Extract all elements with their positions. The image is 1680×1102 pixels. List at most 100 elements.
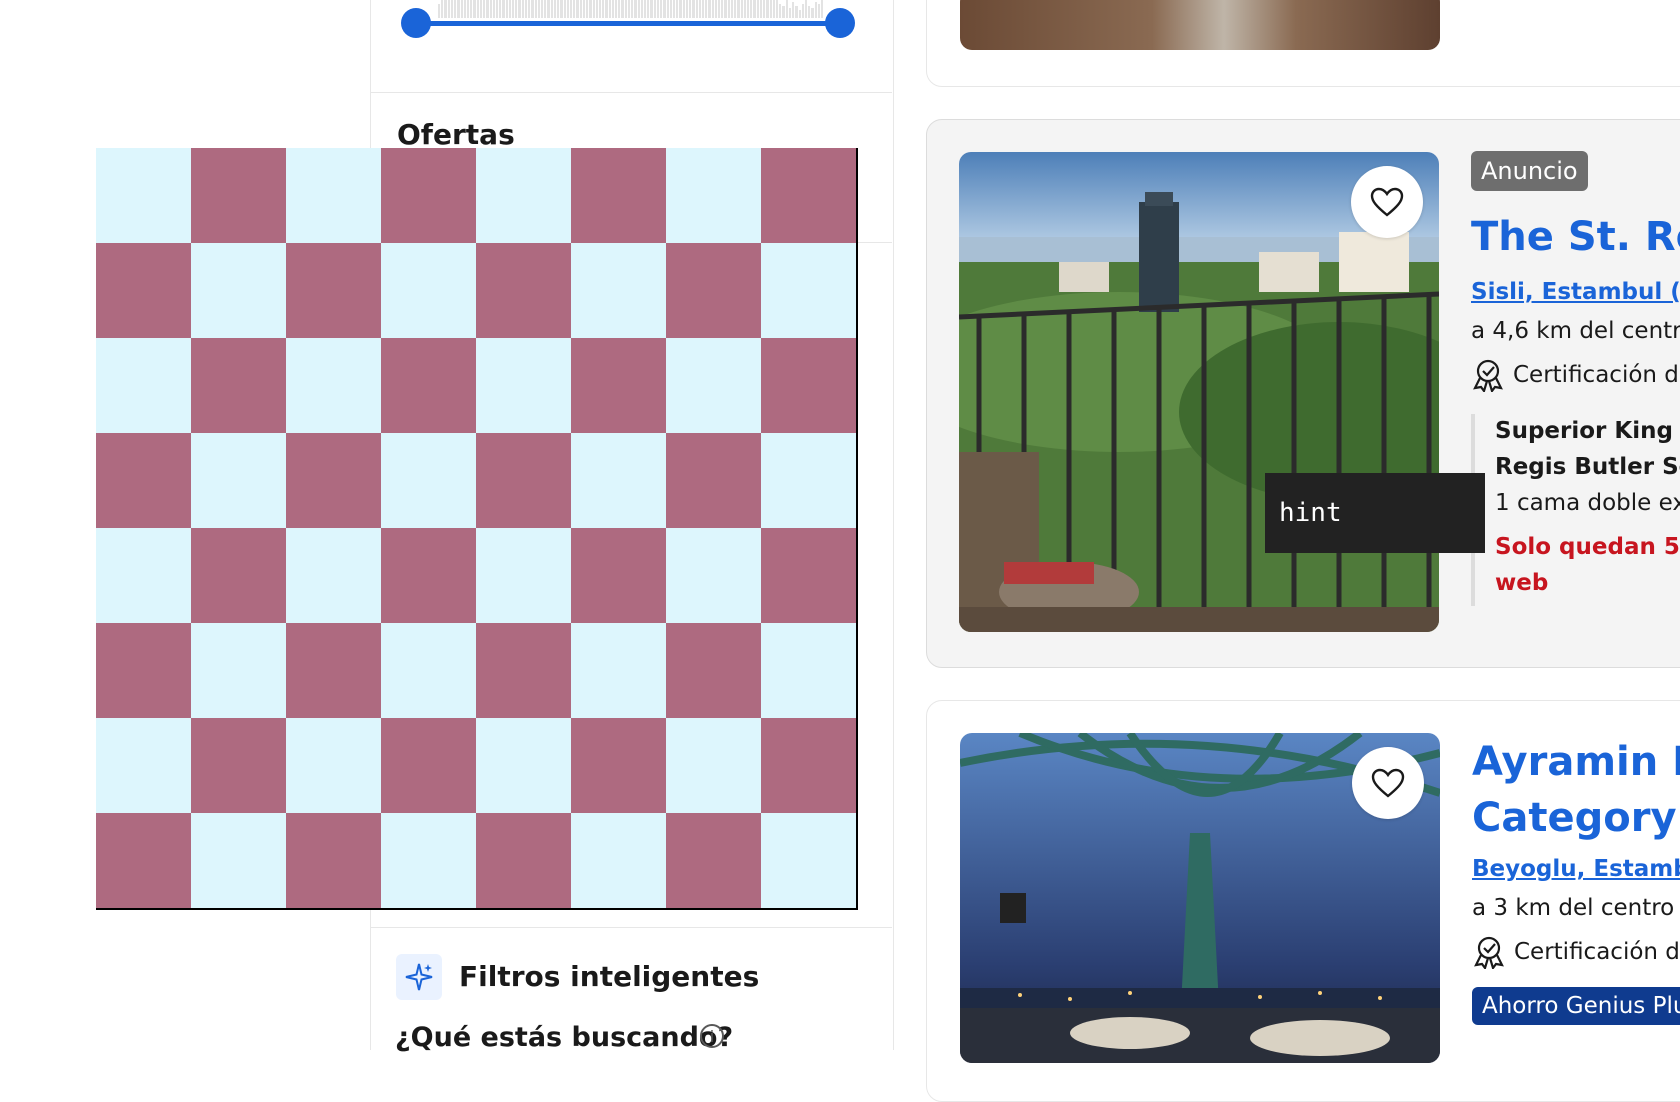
board-square: [666, 433, 761, 528]
board-square: [761, 813, 856, 908]
board-square: [286, 813, 381, 908]
histogram-bar: [808, 6, 811, 18]
board-square: [286, 243, 381, 338]
favorite-heart-button[interactable]: [1352, 747, 1424, 819]
board-square: [666, 623, 761, 718]
price-slider-track[interactable]: [416, 21, 838, 26]
histogram-bar: [663, 0, 666, 18]
hotel-location-link[interactable]: Sisli, Estambul (Ta: [1471, 279, 1680, 305]
histogram-bar: [589, 0, 592, 18]
board-square: [761, 528, 856, 623]
histogram-bar: [618, 0, 621, 18]
histogram-bar: [557, 0, 560, 18]
hotel-location-link[interactable]: Beyoglu, Estambu: [1472, 856, 1680, 882]
board-square: [476, 243, 571, 338]
histogram-bar: [502, 0, 505, 18]
histogram-bar: [531, 0, 534, 18]
histogram-bar: [582, 0, 586, 18]
histogram-bar: [804, 0, 808, 18]
histogram-bar: [650, 0, 653, 18]
histogram-bar: [705, 0, 708, 18]
histogram-bar: [518, 0, 521, 18]
board-square: [666, 813, 761, 908]
hotel-name-line: Category: [1472, 795, 1677, 841]
board-square: [286, 338, 381, 433]
board-square: [381, 528, 476, 623]
certification-badge-icon: [1473, 359, 1503, 392]
histogram-bar: [450, 0, 454, 18]
scarcity-line: web: [1495, 570, 1549, 596]
board-square: [381, 148, 476, 243]
histogram-bar: [460, 0, 463, 18]
board-square: [571, 338, 666, 433]
board-square: [381, 338, 476, 433]
histogram-bar: [466, 0, 470, 18]
histogram-bar: [637, 0, 640, 18]
histogram-bar: [454, 0, 457, 18]
histogram-bar: [714, 0, 718, 18]
histogram-bar: [692, 0, 695, 18]
hotel-distance: a 4,6 km del centro: [1471, 318, 1680, 344]
board-square: [666, 243, 761, 338]
board-square: [476, 338, 571, 433]
histogram-bar: [602, 0, 605, 18]
hint-tooltip: hint: [1265, 473, 1485, 553]
histogram-bar: [792, 2, 795, 18]
histogram-bar: [608, 0, 611, 18]
board-square: [476, 718, 571, 813]
board-square: [96, 528, 191, 623]
heart-icon: [1371, 768, 1405, 798]
board-square: [286, 148, 381, 243]
board-square: [666, 148, 761, 243]
histogram-bar: [747, 0, 750, 18]
price-slider-min-handle[interactable]: [401, 8, 431, 38]
histogram-bar: [595, 0, 598, 18]
histogram-bar: [695, 0, 698, 18]
certification-label: Certificación de: [1513, 362, 1680, 388]
histogram-bar: [740, 0, 743, 18]
histogram-bar: [779, 4, 782, 18]
board-square: [476, 433, 571, 528]
histogram-bar: [685, 0, 689, 18]
price-histogram: [438, 0, 824, 18]
histogram-bar: [537, 0, 540, 18]
histogram-bar: [782, 6, 785, 18]
board-square: [286, 528, 381, 623]
board-square: [96, 623, 191, 718]
price-slider-max-handle[interactable]: [825, 8, 855, 38]
histogram-bar: [492, 0, 495, 18]
board-square: [191, 528, 286, 623]
board-square: [571, 148, 666, 243]
histogram-bar: [727, 0, 730, 18]
histogram-bar: [753, 0, 756, 18]
hotel-name-link[interactable]: Ayramin Ex Category: [1472, 734, 1680, 846]
board-square: [286, 718, 381, 813]
info-icon[interactable]: i: [700, 1024, 724, 1048]
histogram-bar: [756, 0, 759, 18]
histogram-bar: [711, 0, 714, 18]
histogram-bar: [814, 2, 817, 18]
histogram-bar: [640, 0, 643, 18]
histogram-bar: [666, 0, 669, 18]
board-square: [476, 148, 571, 243]
board-square: [666, 718, 761, 813]
histogram-bar: [795, 6, 798, 18]
info-icon-glyph: i: [709, 1026, 715, 1046]
hotel-name-link[interactable]: The St. Reg: [1471, 214, 1680, 260]
board-square: [571, 623, 666, 718]
histogram-bar: [772, 0, 775, 18]
genius-deal-badge: Ahorro Genius Plu: [1472, 987, 1680, 1025]
board-square: [761, 148, 856, 243]
board-square: [286, 433, 381, 528]
room-type-line: Regis Butler Se: [1495, 454, 1680, 480]
board-square: [381, 433, 476, 528]
histogram-bar: [701, 0, 705, 18]
histogram-bar: [550, 0, 553, 18]
histogram-bar: [512, 0, 515, 18]
histogram-bar: [547, 0, 550, 18]
board-square: [96, 148, 191, 243]
histogram-bar: [495, 0, 499, 18]
hotel-photo-previous[interactable]: [960, 0, 1440, 50]
bed-info: 1 cama doble ext: [1495, 490, 1680, 516]
favorite-heart-button[interactable]: [1351, 166, 1423, 238]
